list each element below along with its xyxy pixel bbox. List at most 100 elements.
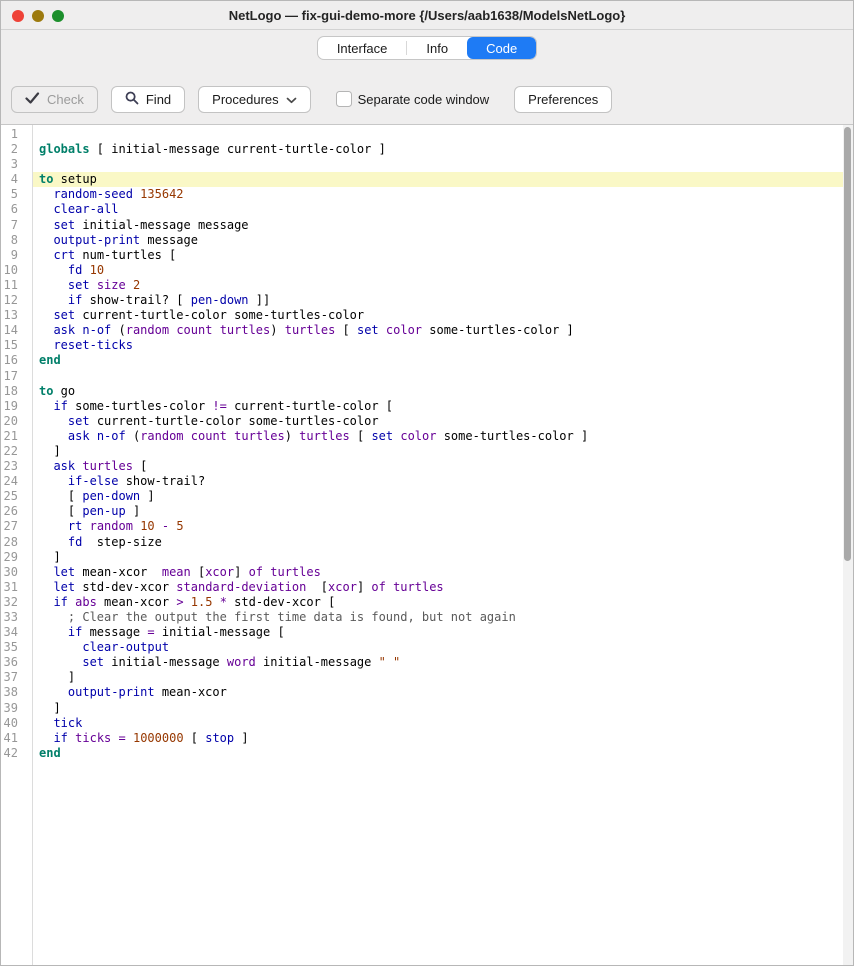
tab-interface-label: Interface — [337, 41, 388, 56]
code-line-23[interactable]: ask turtles [ — [33, 459, 853, 474]
line-number: 25 — [1, 489, 32, 504]
code-line-2[interactable]: globals [ initial-message current-turtle… — [33, 142, 853, 157]
minimize-button[interactable] — [32, 10, 44, 22]
code-line-26[interactable]: [ pen-up ] — [33, 504, 853, 519]
check-button[interactable]: Check — [11, 86, 98, 113]
code-line-5[interactable]: random-seed 135642 — [33, 187, 853, 202]
line-number: 5 — [1, 187, 32, 202]
code-line-24[interactable]: if-else show-trail? — [33, 474, 853, 489]
code-line-34[interactable]: if message = initial-message [ — [33, 625, 853, 640]
title-bar: NetLogo — fix-gui-demo-more {/Users/aab1… — [1, 1, 853, 30]
line-number: 22 — [1, 444, 32, 459]
code-line-20[interactable]: set current-turtle-color some-turtles-co… — [33, 414, 853, 429]
code-editor[interactable]: 1234567891011121314151617181920212223242… — [1, 125, 853, 965]
code-line-35[interactable]: clear-output — [33, 640, 853, 655]
code-line-21[interactable]: ask n-of (random count turtles) turtles … — [33, 429, 853, 444]
code-line-13[interactable]: set current-turtle-color some-turtles-co… — [33, 308, 853, 323]
line-number: 34 — [1, 625, 32, 640]
code-line-41[interactable]: if ticks = 1000000 [ stop ] — [33, 731, 853, 746]
code-line-31[interactable]: let std-dev-xcor standard-deviation [xco… — [33, 580, 853, 595]
line-number: 4 — [1, 172, 32, 187]
code-line-9[interactable]: crt num-turtles [ — [33, 248, 853, 263]
code-lines[interactable]: globals [ initial-message current-turtle… — [33, 125, 853, 965]
code-line-14[interactable]: ask n-of (random count turtles) turtles … — [33, 323, 853, 338]
line-number: 27 — [1, 519, 32, 534]
check-button-label: Check — [47, 92, 84, 107]
code-line-32[interactable]: if abs mean-xcor > 1.5 * std-dev-xcor [ — [33, 595, 853, 610]
line-number: 37 — [1, 670, 32, 685]
close-button[interactable] — [12, 10, 24, 22]
preferences-button-label: Preferences — [528, 92, 598, 107]
line-number: 16 — [1, 353, 32, 368]
tab-segmented-control: Interface Info Code — [317, 36, 537, 60]
line-number: 11 — [1, 278, 32, 293]
line-number: 28 — [1, 535, 32, 550]
code-line-3[interactable] — [33, 157, 853, 172]
search-icon — [125, 91, 139, 108]
code-line-15[interactable]: reset-ticks — [33, 338, 853, 353]
code-line-8[interactable]: output-print message — [33, 233, 853, 248]
line-number: 26 — [1, 504, 32, 519]
code-line-40[interactable]: tick — [33, 716, 853, 731]
line-number: 15 — [1, 338, 32, 353]
code-line-1[interactable] — [33, 127, 853, 142]
line-number: 9 — [1, 248, 32, 263]
zoom-button[interactable] — [52, 10, 64, 22]
chevron-down-icon — [286, 92, 297, 107]
line-number: 17 — [1, 369, 32, 384]
code-line-27[interactable]: rt random 10 - 5 — [33, 519, 853, 534]
code-line-36[interactable]: set initial-message word initial-message… — [33, 655, 853, 670]
code-line-18[interactable]: to go — [33, 384, 853, 399]
find-button-label: Find — [146, 92, 171, 107]
preferences-button[interactable]: Preferences — [514, 86, 612, 113]
line-number: 3 — [1, 157, 32, 172]
tab-bar: Interface Info Code — [1, 30, 853, 66]
line-number: 30 — [1, 565, 32, 580]
code-line-25[interactable]: [ pen-down ] — [33, 489, 853, 504]
line-number: 14 — [1, 323, 32, 338]
line-number: 12 — [1, 293, 32, 308]
separate-code-window-label: Separate code window — [358, 92, 490, 107]
code-line-28[interactable]: fd step-size — [33, 535, 853, 550]
line-number: 29 — [1, 550, 32, 565]
code-toolbar: Check Find Procedures Separate code wind… — [1, 66, 853, 125]
code-line-37[interactable]: ] — [33, 670, 853, 685]
code-line-4[interactable]: to setup — [33, 172, 853, 187]
code-line-29[interactable]: ] — [33, 550, 853, 565]
code-line-42[interactable]: end — [33, 746, 853, 761]
code-line-38[interactable]: output-print mean-xcor — [33, 685, 853, 700]
tab-interface[interactable]: Interface — [318, 37, 407, 59]
find-button[interactable]: Find — [111, 86, 185, 113]
code-line-7[interactable]: set initial-message message — [33, 218, 853, 233]
code-line-16[interactable]: end — [33, 353, 853, 368]
code-line-12[interactable]: if show-trail? [ pen-down ]] — [33, 293, 853, 308]
line-number: 31 — [1, 580, 32, 595]
tab-code[interactable]: Code — [467, 37, 536, 59]
line-number: 1 — [1, 127, 32, 142]
vertical-scrollbar[interactable] — [843, 125, 853, 965]
line-number: 41 — [1, 731, 32, 746]
vertical-scrollbar-thumb[interactable] — [844, 127, 851, 561]
separate-code-window-group: Separate code window — [336, 91, 490, 107]
line-number: 7 — [1, 218, 32, 233]
line-number: 18 — [1, 384, 32, 399]
tab-info-label: Info — [426, 41, 448, 56]
code-line-33[interactable]: ; Clear the output the first time data i… — [33, 610, 853, 625]
code-line-19[interactable]: if some-turtles-color != current-turtle-… — [33, 399, 853, 414]
line-number: 6 — [1, 202, 32, 217]
procedures-dropdown-label: Procedures — [212, 92, 278, 107]
code-line-10[interactable]: fd 10 — [33, 263, 853, 278]
code-line-6[interactable]: clear-all — [33, 202, 853, 217]
code-line-39[interactable]: ] — [33, 701, 853, 716]
code-line-11[interactable]: set size 2 — [33, 278, 853, 293]
line-number: 42 — [1, 746, 32, 761]
line-number: 24 — [1, 474, 32, 489]
line-number: 8 — [1, 233, 32, 248]
separate-code-window-checkbox[interactable] — [336, 91, 352, 107]
code-line-17[interactable] — [33, 369, 853, 384]
line-number: 21 — [1, 429, 32, 444]
tab-info[interactable]: Info — [407, 37, 467, 59]
code-line-30[interactable]: let mean-xcor mean [xcor] of turtles — [33, 565, 853, 580]
procedures-dropdown[interactable]: Procedures — [198, 86, 310, 113]
code-line-22[interactable]: ] — [33, 444, 853, 459]
